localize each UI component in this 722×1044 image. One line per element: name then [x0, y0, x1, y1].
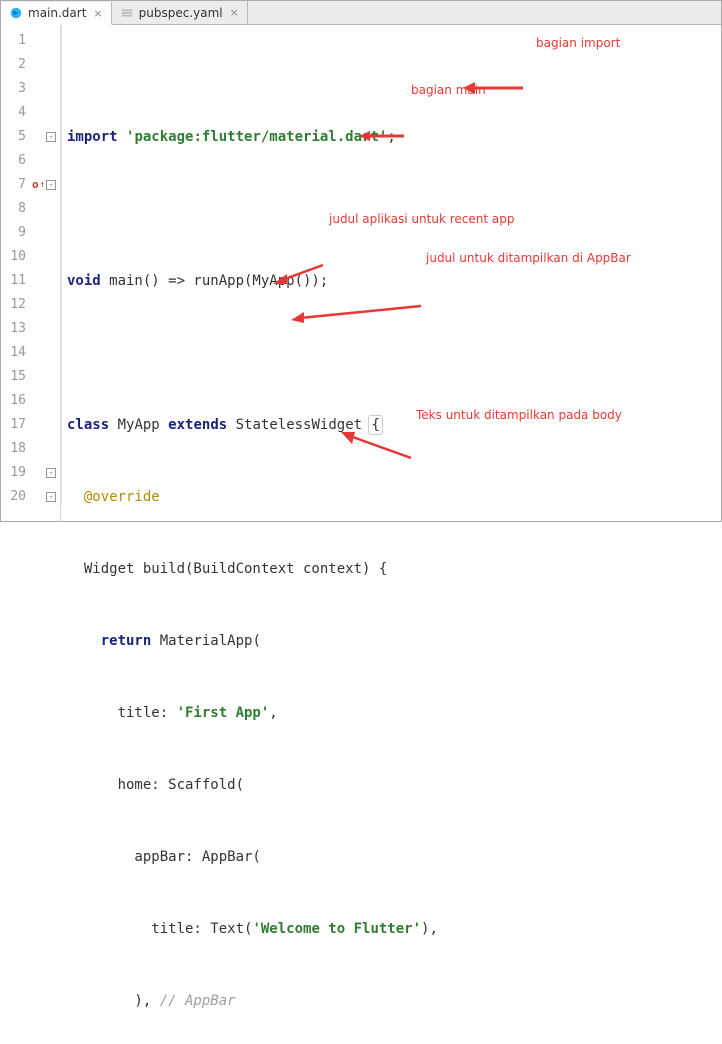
editor-tabs: main.dart × pubspec.yaml ×: [1, 1, 721, 25]
editor-area: 1 2 3 4 5- 6 7o↑- 8 9 10 11 12 13 14 15 …: [1, 25, 721, 521]
code-line: [67, 197, 721, 221]
code-line: appBar: AppBar(: [67, 845, 721, 869]
yaml-file-icon: [120, 6, 134, 20]
override-arrow-icon: ↑: [40, 173, 45, 197]
code-line: void main() => runApp(MyApp());: [67, 269, 721, 293]
tab-pubspec-yaml[interactable]: pubspec.yaml ×: [112, 1, 248, 24]
line-number: 16: [4, 389, 26, 413]
fold-toggle-icon[interactable]: -: [46, 132, 56, 142]
override-marker-icon: o: [32, 173, 39, 197]
fold-toggle-icon[interactable]: -: [46, 468, 56, 478]
tab-main-dart[interactable]: main.dart ×: [1, 2, 112, 25]
line-number: 9: [4, 221, 26, 245]
tab-label: pubspec.yaml: [139, 6, 223, 20]
code-line: title: Text('Welcome to Flutter'),: [67, 917, 721, 941]
code-line: ), // AppBar: [67, 989, 721, 1013]
line-gutter: 1 2 3 4 5- 6 7o↑- 8 9 10 11 12 13 14 15 …: [1, 25, 61, 521]
close-icon[interactable]: ×: [93, 7, 102, 20]
code-editor[interactable]: import 'package:flutter/material.dart'; …: [61, 25, 721, 521]
annotation-main: bagian main: [411, 78, 486, 102]
annotation-import: bagian import: [536, 31, 620, 55]
tab-label: main.dart: [28, 6, 86, 20]
fold-toggle-icon[interactable]: -: [46, 492, 56, 502]
line-number: 8: [4, 197, 26, 221]
code-line: Widget build(BuildContext context) {: [67, 557, 721, 581]
code-line: return MaterialApp(: [67, 629, 721, 653]
code-line: title: 'First App',: [67, 701, 721, 725]
line-number: 18: [4, 437, 26, 461]
line-number: 15: [4, 365, 26, 389]
line-number: 4: [4, 101, 26, 125]
line-number: 17: [4, 413, 26, 437]
code-line: [67, 341, 721, 365]
line-number: 19: [4, 461, 26, 485]
code-line: home: Scaffold(: [67, 773, 721, 797]
code-line: class MyApp extends StatelessWidget {: [67, 413, 721, 437]
line-number: 6: [4, 149, 26, 173]
code-line: import 'package:flutter/material.dart';: [67, 125, 721, 149]
code-line: @override: [67, 485, 721, 509]
line-number: 14: [4, 341, 26, 365]
line-number: 3: [4, 77, 26, 101]
line-number: 12: [4, 293, 26, 317]
annotation-appbar: judul untuk ditampilkan di AppBar: [426, 246, 631, 270]
line-number: 1: [4, 29, 26, 53]
line-number: 10: [4, 245, 26, 269]
line-number: 7: [4, 173, 26, 197]
line-number: 13: [4, 317, 26, 341]
fold-toggle-icon[interactable]: -: [46, 180, 56, 190]
dart-file-icon: [9, 6, 23, 20]
line-number: 2: [4, 53, 26, 77]
line-number: 5: [4, 125, 26, 149]
close-icon[interactable]: ×: [230, 6, 239, 19]
line-number: 11: [4, 269, 26, 293]
line-number: 20: [4, 485, 26, 509]
